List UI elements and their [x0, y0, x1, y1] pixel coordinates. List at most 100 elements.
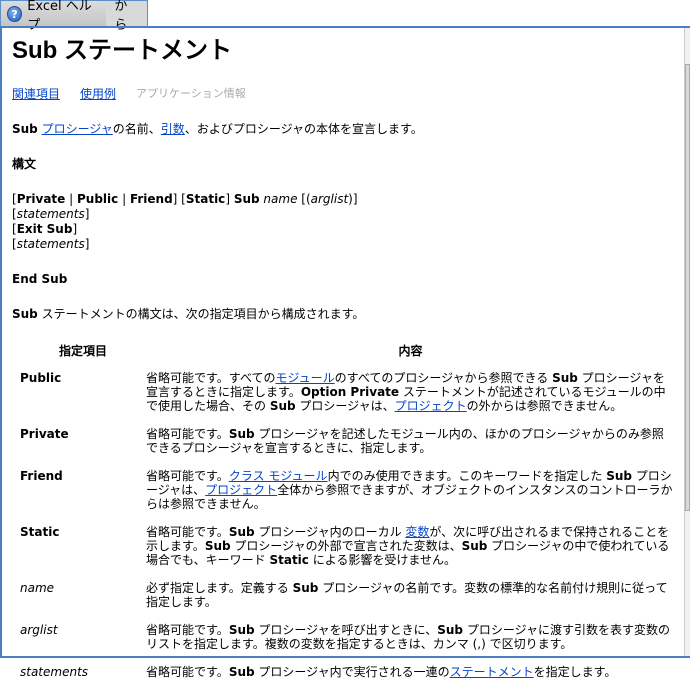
keyword: Sub	[228, 665, 255, 679]
text: 省略可能です。	[146, 427, 229, 441]
example-link[interactable]: 使用例	[80, 85, 116, 102]
keyword: Private	[16, 192, 66, 206]
text: ]	[72, 222, 78, 236]
text: 省略可能です。	[146, 623, 229, 637]
text: プロシージャ内で実行される一連の	[254, 665, 450, 679]
part-name: name	[20, 581, 55, 595]
text: プロシージャの外部で宣言された変数は、	[230, 539, 462, 553]
keyword: Sub	[228, 525, 255, 539]
part-description: 省略可能です。Sub プロシージャ内のローカル 変数が、次に呼び出されるまで保持…	[146, 519, 675, 575]
text: |	[65, 192, 77, 206]
text: ステートメントの構文は、次の指定項目から構成されます。	[37, 307, 365, 321]
text: |	[118, 192, 130, 206]
column-header-part: 指定項目	[58, 344, 107, 358]
tab-from[interactable]: から	[106, 0, 147, 33]
parts-table: 指定項目 内容 Public 省略可能です。すべてのモジュールのすべてのプロシージ…	[20, 342, 675, 687]
inline-link[interactable]: プロジェクト	[395, 399, 467, 413]
keyword: Sub	[437, 623, 463, 637]
placeholder-term: statements	[16, 237, 85, 251]
table-row: Private 省略可能です。Sub プロシージャを記述したモジュール内の、ほかの…	[20, 421, 675, 463]
keyword: Sub	[461, 539, 488, 553]
text: による影響を受けません。	[308, 553, 457, 567]
help-tab-bar: ? Excel ヘルプ から	[0, 0, 148, 33]
syntax-end: End Sub	[12, 272, 68, 286]
text: プロシージャを呼び出すときに、	[254, 623, 438, 637]
text: 、およびプロシージャの本体を宣言します。	[184, 122, 423, 136]
table-row: Public 省略可能です。すべてのモジュールのすべてのプロシージャから参照できる…	[20, 365, 675, 421]
keyword: Sub	[292, 581, 319, 595]
text: 省略可能です。	[146, 469, 229, 483]
inline-link[interactable]: ステートメント	[450, 665, 534, 679]
text: ]	[84, 207, 90, 221]
text: を指定します。	[533, 665, 617, 679]
part-name: Private	[20, 427, 69, 441]
text: プロシージャ内のローカル	[254, 525, 406, 539]
syntax-line: [statements]	[12, 237, 677, 252]
text: ]	[225, 192, 234, 206]
page-title: Sub ステートメント	[12, 37, 232, 64]
inline-link[interactable]: クラス モジュール	[229, 469, 328, 483]
keyword: Sub	[606, 469, 632, 483]
text: ] [	[172, 192, 186, 206]
keyword: Friend	[129, 192, 173, 206]
part-description: 省略可能です。クラス モジュール内でのみ使用できます。このキーワードを指定した …	[146, 463, 675, 519]
part-name: arglist	[20, 623, 58, 637]
help-icon: ?	[7, 6, 23, 22]
part-name: Static	[20, 525, 60, 539]
help-content: Sub ステートメント 関連項目 使用例 アプリケーション情報 Sub プロシー…	[12, 30, 677, 687]
text: 省略可能です。	[146, 525, 229, 539]
inline-link[interactable]: モジュール	[275, 371, 334, 385]
syntax-line: [statements]	[12, 207, 677, 222]
inline-link[interactable]: 引数	[161, 122, 185, 136]
text: 必ず指定します。定義する	[146, 581, 293, 595]
part-description: 省略可能です。Sub プロシージャ内で実行される一連のステートメントを指定します…	[146, 659, 675, 687]
text: 内でのみ使用できます。このキーワードを指定した	[327, 469, 607, 483]
text: のすべてのプロシージャから参照できる	[334, 371, 553, 385]
keyword: Sub	[233, 192, 260, 206]
keyword: Exit Sub	[16, 222, 73, 236]
tab-excel-help[interactable]: ? Excel ヘルプ	[1, 0, 107, 33]
table-row: statements 省略可能です。Sub プロシージャ内で実行される一連のステー…	[20, 659, 675, 687]
keyword: Sub	[12, 307, 38, 321]
keyword: Sub	[228, 427, 255, 441]
syntax-line: [Private | Public | Friend] [Static] Sub…	[12, 192, 677, 207]
part-description: 省略可能です。すべてのモジュールのすべてのプロシージャから参照できる Sub プ…	[146, 365, 675, 421]
text: の外からは参照できません。	[466, 399, 623, 413]
keyword: Sub	[204, 539, 231, 553]
keyword: Sub	[269, 399, 296, 413]
keyword: Static	[269, 553, 309, 567]
column-header-description: 内容	[398, 344, 423, 358]
part-description: 省略可能です。Sub プロシージャを記述したモジュール内の、ほかのプロシージャか…	[146, 421, 675, 463]
syntax-line: [Exit Sub]	[12, 222, 677, 237]
topic-links: 関連項目 使用例 アプリケーション情報	[12, 85, 677, 102]
related-topics-link[interactable]: 関連項目	[12, 85, 60, 102]
text: プロシージャは、	[295, 399, 395, 413]
text: 省略可能です。	[146, 665, 229, 679]
placeholder-term: statements	[16, 207, 85, 221]
vertical-scrollbar[interactable]	[684, 28, 690, 656]
keyword: Static	[185, 192, 226, 206]
application-info-link: アプリケーション情報	[136, 87, 246, 100]
summary-text: Sub ステートメントの構文は、次の指定項目から構成されます。	[12, 307, 677, 322]
keyword: Option Private	[300, 385, 400, 399]
placeholder-term: arglist	[310, 192, 349, 206]
part-name: Public	[20, 371, 62, 385]
inline-link[interactable]: プロジェクト	[205, 483, 277, 497]
text: ]	[84, 237, 90, 251]
part-name: Friend	[20, 469, 63, 483]
intro-text: Sub プロシージャの名前、引数、およびプロシージャの本体を宣言します。	[12, 122, 677, 137]
part-name: statements	[20, 665, 89, 679]
syntax-heading: 構文	[12, 157, 37, 171]
inline-link[interactable]: プロシージャ	[42, 122, 113, 136]
keyword: Sub	[552, 371, 578, 385]
table-row: name 必ず指定します。定義する Sub プロシージャの名前です。変数の標準的な…	[20, 575, 675, 617]
part-description: 必ず指定します。定義する Sub プロシージャの名前です。変数の標準的な名前付け…	[146, 575, 675, 617]
keyword: Sub	[228, 623, 255, 637]
inline-link[interactable]: 変数	[405, 525, 429, 539]
keyword: Sub	[12, 122, 38, 136]
text: )]	[348, 192, 358, 206]
keyword: Public	[76, 192, 119, 206]
text: 省略可能です。すべての	[146, 371, 276, 385]
scrollbar-thumb[interactable]	[685, 64, 690, 511]
text: [(	[297, 192, 311, 206]
